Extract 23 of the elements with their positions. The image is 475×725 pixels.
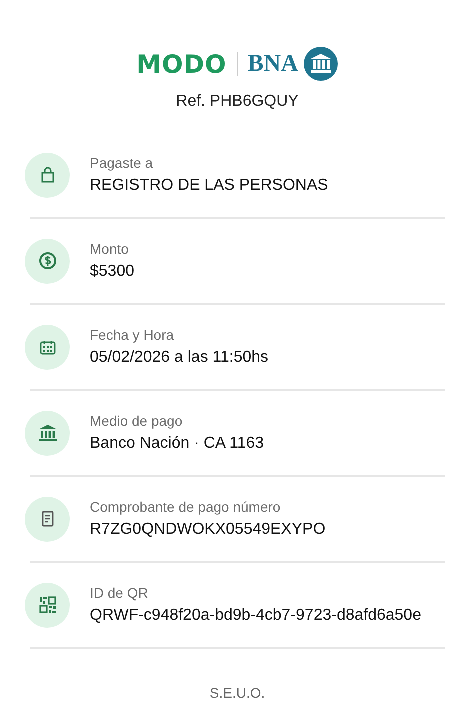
reference-code: Ref. PHB6GQUY — [176, 93, 299, 111]
field-value: Banco Nación · CA 1163 — [90, 435, 264, 453]
field-value: $5300 — [90, 263, 134, 281]
field-value: 05/02/2026 a las 11:50hs — [90, 349, 269, 367]
calendar-icon — [40, 340, 56, 354]
receipt-icon — [42, 511, 54, 527]
bank-icon — [38, 424, 58, 442]
bag-icon — [40, 167, 54, 183]
field-label: Pagaste a — [90, 155, 154, 171]
brand-logo-text: MODO — [136, 50, 227, 78]
field-label: Monto — [90, 241, 130, 257]
disclaimer-text: S.E.U.O. — [210, 685, 266, 701]
field-value: REGISTRO DE LAS PERSONAS — [90, 177, 328, 195]
field-label: Fecha y Hora — [90, 327, 176, 343]
bank-logo-text: BNA — [248, 50, 298, 78]
field-label: Medio de pago — [90, 413, 184, 429]
bank-logo-icon — [304, 47, 338, 81]
qr-code-icon — [38, 596, 56, 614]
field-value: R7ZG0QNDWOKX05549EXYPO — [90, 521, 326, 539]
dollar-coin-icon — [38, 252, 56, 270]
field-label: ID de QR — [90, 585, 150, 601]
field-label: Comprobante de pago número — [90, 499, 282, 515]
field-value: QRWF-c948f20a-bd9b-4cb7-9723-d8afd6a50e — [90, 607, 422, 625]
